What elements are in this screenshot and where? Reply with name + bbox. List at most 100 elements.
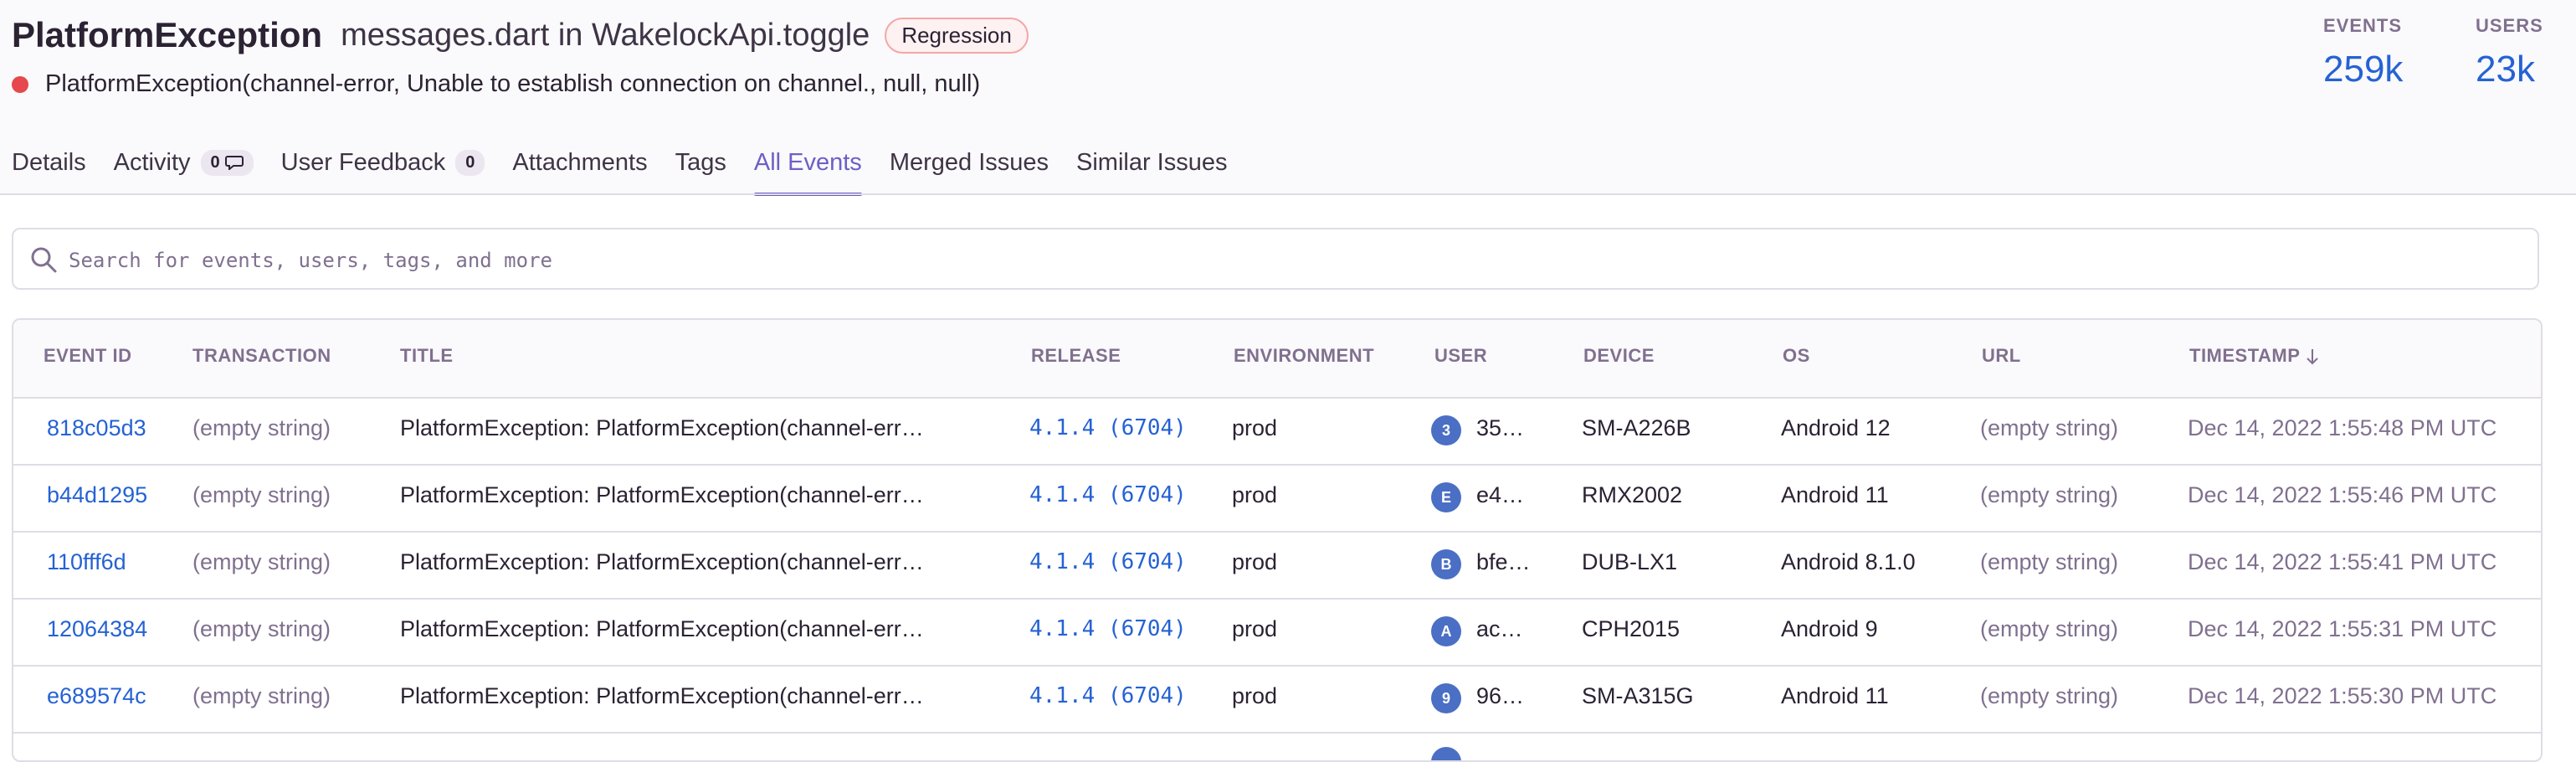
table-row[interactable]: 12064384 (empty string) PlatformExceptio… xyxy=(13,598,2541,667)
issue-title: PlatformException xyxy=(12,15,323,54)
device-cell: SM-A315G xyxy=(1582,683,1694,708)
tab-attachments-label: Attachments xyxy=(512,148,648,176)
release-link[interactable]: 4.1.4 (6704) xyxy=(1029,616,1187,641)
tab-tags[interactable]: Tags xyxy=(675,144,726,181)
event-search-input[interactable] xyxy=(67,241,2497,280)
events-stat-value[interactable]: 259k xyxy=(2323,49,2403,90)
device-cell: DUB-LX1 xyxy=(1582,549,1678,574)
sort-descending-arrow-icon xyxy=(2307,349,2319,365)
timestamp-cell: Dec 14, 2022 1:55:46 PM UTC xyxy=(2188,482,2497,507)
tab-merged-issues-label: Merged Issues xyxy=(889,148,1049,176)
error-level-dot-icon xyxy=(12,75,28,93)
table-row[interactable]: e689574c (empty string) PlatformExceptio… xyxy=(13,665,2541,734)
user-feedback-count-badge: 0 xyxy=(455,149,485,176)
regression-badge[interactable]: Regression xyxy=(885,17,1029,54)
events-table-header: EVENT ID TRANSACTION TITLE RELEASE ENVIR… xyxy=(13,320,2541,399)
url-cell: (empty string) xyxy=(1980,616,2119,641)
tab-activity[interactable]: Activity 0 xyxy=(114,144,254,181)
user-avatar: A xyxy=(1431,616,1461,646)
user-avatar: 3 xyxy=(1431,415,1461,445)
user-cell[interactable]: bfe… xyxy=(1476,549,1531,575)
tab-similar-issues[interactable]: Similar Issues xyxy=(1076,144,1228,181)
activity-count-badge: 0 xyxy=(200,149,254,176)
issue-header: PlatformException messages.dart in Wakel… xyxy=(0,0,2576,196)
os-cell: Android 9 xyxy=(1781,616,1878,641)
issue-message: PlatformException(channel-error, Unable … xyxy=(45,70,981,97)
tab-user-feedback[interactable]: User Feedback 0 xyxy=(281,144,485,181)
users-stat-value[interactable]: 23k xyxy=(2476,49,2543,90)
column-header-event-id: EVENT ID xyxy=(44,345,132,366)
url-cell: (empty string) xyxy=(1980,482,2119,507)
timestamp-cell: Dec 14, 2022 1:55:48 PM UTC xyxy=(2188,415,2497,440)
timestamp-cell: Dec 14, 2022 1:55:30 PM UTC xyxy=(2188,683,2497,708)
release-link[interactable]: 4.1.4 (6704) xyxy=(1029,683,1187,708)
activity-count: 0 xyxy=(210,152,220,172)
tab-attachments[interactable]: Attachments xyxy=(512,144,647,181)
tab-merged-issues[interactable]: Merged Issues xyxy=(890,144,1049,181)
table-row[interactable]: 110fff6d (empty string) PlatformExceptio… xyxy=(13,531,2541,600)
release-link[interactable]: 4.1.4 (6704) xyxy=(1029,482,1187,507)
column-header-timestamp[interactable]: TIMESTAMP xyxy=(2189,345,2320,367)
title-cell: PlatformException: PlatformException(cha… xyxy=(400,415,924,440)
column-header-environment: ENVIRONMENT xyxy=(1234,345,1375,366)
tab-activity-label: Activity xyxy=(113,148,191,176)
transaction-cell: (empty string) xyxy=(192,616,331,641)
user-cell[interactable]: 96… xyxy=(1476,683,1524,709)
timestamp-cell: Dec 14, 2022 1:55:31 PM UTC xyxy=(2188,616,2497,641)
header-divider xyxy=(0,193,2576,195)
issue-culprit: messages.dart in WakelockApi.toggle xyxy=(341,17,870,53)
events-table: EVENT ID TRANSACTION TITLE RELEASE ENVIR… xyxy=(12,318,2543,762)
environment-cell: prod xyxy=(1232,415,1278,440)
user-feedback-count: 0 xyxy=(465,152,475,172)
user-cell[interactable]: 35… xyxy=(1476,415,1524,441)
event-search-bar[interactable] xyxy=(12,228,2539,290)
url-cell: (empty string) xyxy=(1980,415,2119,440)
users-stat-label: USERS xyxy=(2476,15,2543,36)
table-row[interactable]: b44d1295 (empty string) PlatformExceptio… xyxy=(13,464,2541,533)
environment-cell: prod xyxy=(1232,482,1278,507)
release-link[interactable]: 4.1.4 (6704) xyxy=(1029,549,1187,574)
os-cell: Android 8.1.0 xyxy=(1781,549,1916,574)
table-row-partial[interactable] xyxy=(13,732,2541,760)
tab-similar-issues-label: Similar Issues xyxy=(1076,148,1228,176)
user-cell[interactable]: ac… xyxy=(1476,616,1523,642)
event-id-link[interactable]: 110fff6d xyxy=(47,549,126,575)
issue-title-row: PlatformException messages.dart in Wakel… xyxy=(12,15,1029,55)
tab-all-events-label: All Events xyxy=(753,148,862,176)
table-row[interactable]: 818c05d3 (empty string) PlatformExceptio… xyxy=(13,397,2541,466)
events-stat-label: EVENTS xyxy=(2323,15,2403,36)
title-cell: PlatformException: PlatformException(cha… xyxy=(400,616,924,641)
column-header-url: URL xyxy=(1982,345,2021,366)
issue-message-row: PlatformException(channel-error, Unable … xyxy=(12,70,980,98)
transaction-cell: (empty string) xyxy=(192,415,331,440)
user-avatar: E xyxy=(1431,482,1461,512)
tab-all-events[interactable]: All Events xyxy=(753,144,862,196)
events-stat: EVENTS 259k xyxy=(2323,15,2403,90)
title-cell: PlatformException: PlatformException(cha… xyxy=(400,549,924,574)
release-link[interactable]: 4.1.4 (6704) xyxy=(1029,415,1187,440)
chat-bubble-icon xyxy=(224,156,244,170)
user-cell[interactable]: e4… xyxy=(1476,482,1524,508)
user-avatar xyxy=(1431,747,1461,760)
tab-details-label: Details xyxy=(12,148,86,176)
timestamp-cell: Dec 14, 2022 1:55:41 PM UTC xyxy=(2188,549,2497,574)
event-id-link[interactable]: 818c05d3 xyxy=(47,415,146,441)
os-cell: Android 12 xyxy=(1781,415,1891,440)
url-cell: (empty string) xyxy=(1980,683,2119,708)
search-icon xyxy=(31,247,57,273)
users-stat: USERS 23k xyxy=(2476,15,2543,90)
url-cell: (empty string) xyxy=(1980,549,2119,574)
device-cell: CPH2015 xyxy=(1582,616,1681,641)
transaction-cell: (empty string) xyxy=(192,549,331,574)
device-cell: RMX2002 xyxy=(1582,482,1683,507)
event-id-link[interactable]: b44d1295 xyxy=(47,482,147,508)
column-header-device: DEVICE xyxy=(1583,345,1655,366)
column-header-os: OS xyxy=(1783,345,1810,366)
event-id-link[interactable]: e689574c xyxy=(47,683,146,709)
transaction-cell: (empty string) xyxy=(192,482,331,507)
event-id-link[interactable]: 12064384 xyxy=(47,616,147,642)
title-cell: PlatformException: PlatformException(cha… xyxy=(400,683,924,708)
tab-tags-label: Tags xyxy=(675,148,726,176)
issue-tabs: Details Activity 0 User Feedback 0 Attac… xyxy=(12,144,1255,196)
tab-details[interactable]: Details xyxy=(12,144,86,181)
